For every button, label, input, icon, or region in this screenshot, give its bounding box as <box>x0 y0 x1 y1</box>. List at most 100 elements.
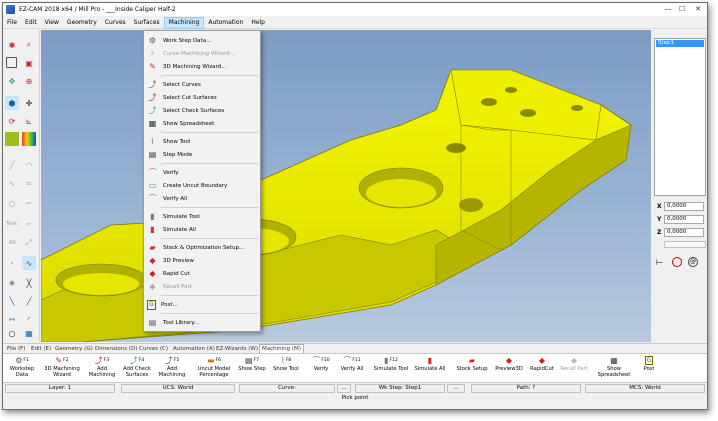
menu-item-select-cut-surfaces[interactable]: ⤴ Select Cut Surfaces <box>145 91 260 104</box>
extra-field[interactable] <box>664 241 706 248</box>
rapid-cut-button[interactable]: ◆ RapidCut <box>527 355 557 383</box>
verify-all-icon: ⌒ <box>148 194 157 203</box>
add-machining-button[interactable]: ⤴ F3 Add Machining <box>85 355 119 383</box>
snap-arc-icon[interactable]: ◜ <box>22 312 36 326</box>
ribbon-tabs: File (F) Edit (E) Geometry (G) Dimension… <box>3 343 707 354</box>
step-list[interactable]: Step1 <box>654 38 706 196</box>
menu-separator <box>161 207 259 208</box>
menu-item-post[interactable]: G Post... <box>145 298 260 311</box>
post-icon: G <box>644 356 654 365</box>
view-box-icon[interactable]: ▣ <box>22 56 36 70</box>
zoom-window-icon[interactable]: ⌕ <box>22 38 36 52</box>
menu-help[interactable]: Help <box>247 17 269 29</box>
menu-item-3d-machining-wizard[interactable]: ✎ 3D Machining Wizard... <box>145 60 260 73</box>
dimension-icon[interactable]: ⊾ <box>22 114 36 128</box>
menu-surfaces[interactable]: Surfaces <box>130 17 164 29</box>
menu-item-show-spreadsheet[interactable]: ▦ Show Spreadsheet <box>145 117 260 130</box>
add-check-surfaces-button[interactable]: ⤴ F4 Add Check Surfaces <box>120 355 154 383</box>
menu-item-verify-all[interactable]: ⌒ Verify All <box>145 192 260 205</box>
title-bar: EZ-CAM 2018 x64 / Mill Pro - ___Inside C… <box>3 3 707 16</box>
preview3d-button[interactable]: ◆ Preview3D <box>494 355 524 383</box>
pan-icon[interactable]: ✛ <box>22 96 36 110</box>
snap-point-icon[interactable]: · <box>5 256 19 270</box>
iso-view-icon[interactable]: ⬢ <box>5 96 19 110</box>
menu-item-stock-optimization-setup[interactable]: ▰ Stock & Optimization Setup... <box>145 241 260 254</box>
simulate-tool-button[interactable]: ▮ F12 Simulate Tool <box>371 355 411 383</box>
simulate-tool-icon: ▮ <box>384 356 389 365</box>
app-icon <box>6 5 15 14</box>
menu-machining[interactable]: Machining <box>163 17 205 29</box>
menu-item-3d-preview[interactable]: ◆ 3D Preview <box>145 254 260 267</box>
z-coord-field[interactable]: 0,0000 <box>664 228 704 237</box>
step-list-item[interactable]: Step1 <box>656 40 704 47</box>
hint-bar: Pick point <box>341 395 369 401</box>
rotate-icon[interactable]: ⟳ <box>5 114 19 128</box>
menu-view[interactable]: View <box>41 17 63 29</box>
verify-icon: ⌒ <box>148 168 157 177</box>
select-icon[interactable]: ✱ <box>5 38 19 52</box>
y-coord-field[interactable]: 0,0000 <box>664 215 704 224</box>
stock-setup-button[interactable]: ▰ Stock Setup <box>455 355 489 383</box>
menu-item-rapid-cut[interactable]: ◆ Rapid Cut <box>145 267 260 280</box>
work-step-browse-button[interactable]: ... <box>447 384 465 393</box>
show-step-button[interactable]: ▤ F7 Show Step <box>237 355 267 383</box>
menu-item-select-curves[interactable]: ⤴ Select Curves <box>145 78 260 91</box>
snap-cross-icon[interactable]: ╱ <box>22 294 36 308</box>
post-button[interactable]: G Post <box>639 355 659 383</box>
menu-edit[interactable]: Edit <box>21 17 41 29</box>
show-tool-icon: ⌇ <box>150 137 155 146</box>
menu-item-verify[interactable]: ⌒ Verify <box>145 166 260 179</box>
menu-curves[interactable]: Curves <box>101 17 130 29</box>
menu-item-simulate-tool[interactable]: ▮ Simulate Tool <box>145 210 260 223</box>
menu-bar: File Edit View Geometry Curves Surfaces … <box>3 17 707 29</box>
menu-separator <box>161 295 259 296</box>
snap-end-icon[interactable]: ✳ <box>5 276 19 290</box>
show-spreadsheet-button[interactable]: ▦ Show Spreadsheet <box>596 355 632 383</box>
close-button[interactable]: ✕ <box>693 5 703 14</box>
angle-icon[interactable]: ⊢ <box>656 258 663 267</box>
verify-all-button[interactable]: ⌒ F11 Verify All <box>337 355 367 383</box>
menu-item-create-uncut-boundary[interactable]: ▭ Create Uncut Boundary <box>145 179 260 192</box>
maximize-button[interactable]: ☐ <box>677 5 687 14</box>
status-mcs[interactable]: MCS: World <box>585 384 705 393</box>
rectangle-icon[interactable] <box>6 57 17 68</box>
snap-line-icon[interactable]: ╲ <box>5 294 19 308</box>
uncut-model-percentage-button[interactable]: ▬ F6 Uncut Model Percentage <box>194 355 234 383</box>
menu-item-select-check-surfaces[interactable]: ⤴ Select Check Surfaces <box>145 104 260 117</box>
show-tool-button[interactable]: ⌇ F8 Show Tool <box>271 355 301 383</box>
status-ucs[interactable]: UCS: World <box>121 384 235 393</box>
menu-automation[interactable]: Automation <box>204 17 247 29</box>
curve-browse-button[interactable]: ... <box>337 384 351 393</box>
zoom-icon[interactable]: ⊕ <box>22 74 36 88</box>
menu-separator <box>161 132 259 133</box>
snap-horizontal-icon[interactable]: ⇿ <box>5 312 19 326</box>
workstep-data-button[interactable]: ⚙ F1 Workstep Data <box>7 355 37 383</box>
menu-item-simulate-all[interactable]: ▮ Simulate All <box>145 223 260 236</box>
workstep-data-icon: ⚙ <box>15 356 23 365</box>
move-icon[interactable]: ✥ <box>5 74 19 88</box>
snap-curve-icon[interactable]: ∿ <box>22 256 36 270</box>
menu-file[interactable]: File <box>3 17 21 29</box>
menu-item-step-mode[interactable]: ▤ Step Mode <box>145 148 260 161</box>
verify-button[interactable]: ⌒ F10 Verify <box>308 355 334 383</box>
3d-viewport[interactable] <box>41 30 651 342</box>
3d-machining-wizard-button[interactable]: ✎ F2 3D Machining Wizard <box>41 355 83 383</box>
menu-geometry[interactable]: Geometry <box>63 17 101 29</box>
snap-circle-icon[interactable]: ○ <box>5 326 19 340</box>
menu-item-tool-library[interactable]: ▤ Tool Library... <box>145 316 260 329</box>
simulate-all-button[interactable]: ▮ Simulate All <box>412 355 448 383</box>
status-work-step[interactable]: Wk Step: Step1 <box>355 384 445 393</box>
menu-item-recall-part: ◆ Recall Part <box>145 280 260 293</box>
color-icon[interactable] <box>22 132 36 146</box>
no-entry-icon[interactable] <box>672 257 682 267</box>
menu-item-work-step-data[interactable]: ⚙ Work Step Data... <box>145 34 260 47</box>
shade-icon[interactable] <box>5 132 19 146</box>
x-coord-field[interactable]: 0,0000 <box>664 202 704 211</box>
snap-mid-icon[interactable]: ╳ <box>22 276 36 290</box>
add-machining-2-button[interactable]: ⤴ F5 Add Machining <box>155 355 189 383</box>
menu-item-show-tool[interactable]: ⌇ Show Tool <box>145 135 260 148</box>
snap-grid-icon[interactable]: ▦ <box>22 326 36 340</box>
minimize-button[interactable]: — <box>663 5 673 14</box>
status-layer[interactable]: Layer: 1 <box>5 384 115 393</box>
at-icon[interactable]: @ <box>688 257 698 267</box>
